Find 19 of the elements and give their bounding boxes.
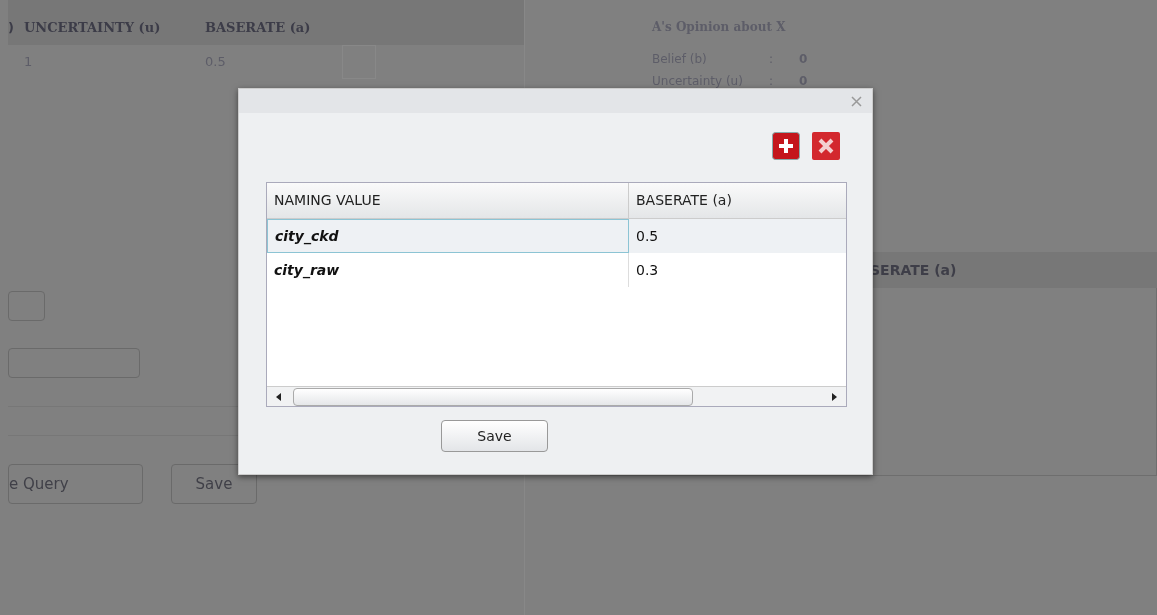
scrollbar-thumb[interactable] — [293, 387, 693, 406]
field-separator: : — [769, 73, 775, 90]
table-cell[interactable]: city_ckd — [267, 219, 629, 253]
save-button[interactable]: Save — [441, 420, 548, 452]
column-header[interactable]: BASERATE (a) — [629, 183, 846, 218]
table-cell[interactable]: 0.3 — [629, 253, 846, 287]
column-header: BASERATE (a) — [205, 18, 311, 37]
delete-icon[interactable] — [812, 132, 840, 160]
table-cell[interactable]: city_raw — [267, 253, 629, 287]
close-icon[interactable] — [851, 95, 862, 107]
field-separator: : — [769, 51, 775, 68]
add-icon[interactable] — [772, 132, 800, 160]
column-header: ) — [8, 18, 15, 37]
column-header: UNCERTAINTY (u) — [24, 18, 162, 37]
column-header[interactable]: NAMING VALUE — [267, 183, 629, 218]
table-cell[interactable]: 0.5 — [629, 219, 846, 253]
table-row[interactable]: city_ckd 0.5 — [267, 219, 846, 253]
column-header: SERATE (a) — [870, 260, 957, 280]
horizontal-scrollbar[interactable] — [267, 386, 846, 406]
